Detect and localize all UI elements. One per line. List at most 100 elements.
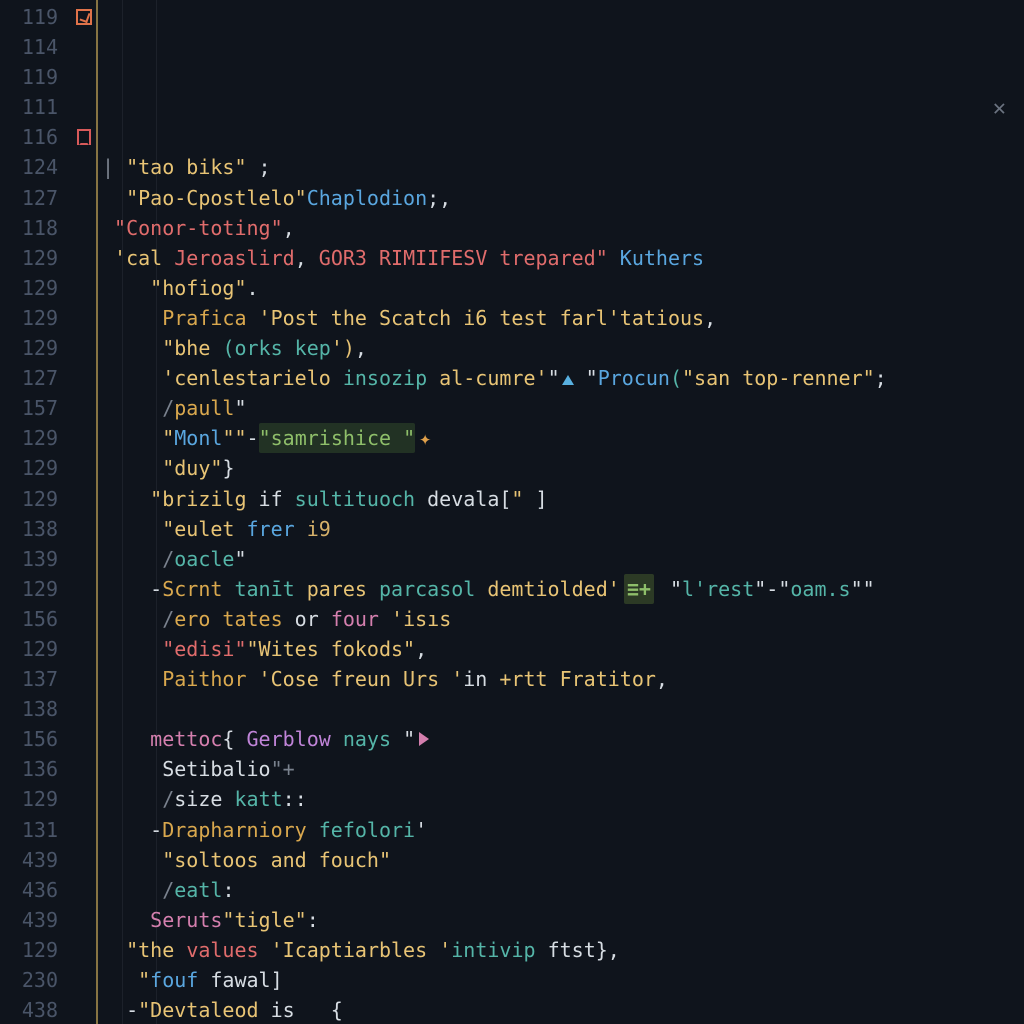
code-line[interactable]: "the values 'Icaptiarbles 'intivip ftst}… bbox=[102, 935, 1024, 965]
line-number[interactable]: 116 bbox=[0, 122, 58, 152]
code-line[interactable]: /eatl: bbox=[102, 875, 1024, 905]
token bbox=[102, 484, 150, 514]
line-number[interactable]: 129 bbox=[0, 423, 58, 453]
code-line[interactable]: "bhe (orks kep'), bbox=[102, 333, 1024, 363]
breakpoint-icon[interactable] bbox=[76, 9, 92, 25]
code-line[interactable]: "Monl""-"samrishice "✦ bbox=[102, 423, 1024, 453]
code-line[interactable]: "Conor-toting", bbox=[102, 213, 1024, 243]
token: if bbox=[259, 484, 295, 514]
line-number[interactable]: 156 bbox=[0, 724, 58, 754]
code-line[interactable]: -"Devtaleod is { bbox=[102, 995, 1024, 1024]
code-line[interactable]: /ero tates or four 'isıs bbox=[102, 604, 1024, 634]
token: 'cal bbox=[114, 243, 174, 273]
line-number[interactable]: 129 bbox=[0, 243, 58, 273]
token bbox=[102, 363, 162, 393]
line-number[interactable]: 129 bbox=[0, 273, 58, 303]
code-line[interactable]: -Drapharniory fefolori' bbox=[102, 815, 1024, 845]
code-line[interactable]: "hofiog". bbox=[102, 273, 1024, 303]
token: " bbox=[403, 724, 415, 754]
code-line[interactable]: "fouf fawal] bbox=[102, 965, 1024, 995]
code-line[interactable]: mettoc{ Gerblow nays " bbox=[102, 724, 1024, 754]
token: 'isıs bbox=[391, 604, 451, 634]
line-number[interactable]: 439 bbox=[0, 905, 58, 935]
line-number[interactable]: 138 bbox=[0, 694, 58, 724]
token bbox=[102, 754, 162, 784]
line-number[interactable]: 129 bbox=[0, 333, 58, 363]
line-number[interactable]: 111 bbox=[0, 92, 58, 122]
line-number[interactable]: 137 bbox=[0, 664, 58, 694]
token: i9 bbox=[307, 514, 331, 544]
line-number[interactable]: 136 bbox=[0, 754, 58, 784]
code-line[interactable]: "eulet frer i9 bbox=[102, 514, 1024, 544]
line-number[interactable]: 127 bbox=[0, 183, 58, 213]
line-number[interactable]: 129 bbox=[0, 574, 58, 604]
line-number[interactable]: 230 bbox=[0, 965, 58, 995]
line-number[interactable]: 114 bbox=[0, 32, 58, 62]
token bbox=[102, 905, 150, 935]
token: size bbox=[174, 784, 234, 814]
code-line[interactable]: "duy"} bbox=[102, 453, 1024, 483]
code-line[interactable]: -Scrnt tanīt pares parcasol demtiolded'≡… bbox=[102, 574, 1024, 604]
token: ; bbox=[247, 152, 271, 182]
line-number-gutter[interactable]: 1191141191111161241271181291291291291271… bbox=[0, 0, 70, 1024]
line-number[interactable]: 439 bbox=[0, 845, 58, 875]
code-area[interactable]: | "tao biks" ; "Pao-Cpostlelo"Chaplodion… bbox=[98, 0, 1024, 1024]
token: "" bbox=[222, 423, 246, 453]
line-number[interactable]: 129 bbox=[0, 303, 58, 333]
token bbox=[102, 664, 162, 694]
token: . bbox=[247, 273, 259, 303]
token: demtiolded' bbox=[475, 574, 620, 604]
code-line[interactable]: "edisi""Wites fokods", bbox=[102, 634, 1024, 664]
code-line[interactable]: "soltoos and fouch" bbox=[102, 845, 1024, 875]
code-line[interactable]: Paithor 'Cose freun Urs 'in +rtt Fratito… bbox=[102, 664, 1024, 694]
token: nays bbox=[343, 724, 403, 754]
gutter-marks[interactable] bbox=[70, 0, 98, 1024]
code-line[interactable]: Prafica 'Post the Scatch i6 test farl'ta… bbox=[102, 303, 1024, 333]
code-editor[interactable]: 1191141191111161241271181291291291291271… bbox=[0, 0, 1024, 1024]
line-number[interactable]: 124 bbox=[0, 152, 58, 182]
code-line[interactable]: | "tao biks" ; bbox=[102, 152, 1024, 182]
bookmark-icon[interactable] bbox=[77, 129, 91, 145]
line-number[interactable]: 129 bbox=[0, 484, 58, 514]
code-line[interactable]: 'cenlestarielo insozip al-cumre'" "Procu… bbox=[102, 363, 1024, 393]
line-number[interactable]: 129 bbox=[0, 634, 58, 664]
code-line[interactable]: /oacle" bbox=[102, 544, 1024, 574]
line-number[interactable]: 118 bbox=[0, 213, 58, 243]
line-number[interactable]: 131 bbox=[0, 815, 58, 845]
token: Prafica bbox=[162, 303, 258, 333]
code-line[interactable]: /size katt:: bbox=[102, 784, 1024, 814]
code-line[interactable]: "brizilg if sultituoch devala[" ] bbox=[102, 484, 1024, 514]
line-number[interactable]: 119 bbox=[0, 62, 58, 92]
line-number[interactable]: 139 bbox=[0, 544, 58, 574]
token: mettoc bbox=[150, 724, 222, 754]
token: insozip bbox=[343, 363, 427, 393]
line-number[interactable]: 157 bbox=[0, 393, 58, 423]
line-number[interactable]: 138 bbox=[0, 514, 58, 544]
token: ero tates bbox=[174, 604, 282, 634]
token: " bbox=[234, 393, 246, 423]
token: katt bbox=[234, 784, 282, 814]
line-number[interactable]: 129 bbox=[0, 784, 58, 814]
token: in bbox=[463, 664, 499, 694]
line-number[interactable]: 119 bbox=[0, 2, 58, 32]
code-line[interactable]: Seruts"tigle": bbox=[102, 905, 1024, 935]
line-number[interactable]: 129 bbox=[0, 935, 58, 965]
line-number[interactable]: 129 bbox=[0, 453, 58, 483]
token bbox=[102, 273, 150, 303]
token: Monl bbox=[174, 423, 222, 453]
token: , bbox=[295, 243, 319, 273]
code-line[interactable]: "Pao-Cpostlelo"Chaplodion;, bbox=[102, 183, 1024, 213]
line-number[interactable]: 127 bbox=[0, 363, 58, 393]
token: "hofiog" bbox=[150, 273, 246, 303]
code-line[interactable]: Setibalio"+ bbox=[102, 754, 1024, 784]
close-icon[interactable]: ✕ bbox=[993, 94, 1006, 124]
line-number[interactable]: 436 bbox=[0, 875, 58, 905]
line-number[interactable]: 156 bbox=[0, 604, 58, 634]
line-number[interactable]: 438 bbox=[0, 995, 58, 1024]
token: , bbox=[355, 333, 367, 363]
token: four bbox=[331, 604, 391, 634]
code-line[interactable]: 'cal Jeroaslird, GOR3 RIMIIFESV trepared… bbox=[102, 243, 1024, 273]
token: values bbox=[186, 935, 270, 965]
code-line[interactable] bbox=[102, 694, 1024, 724]
code-line[interactable]: /paull" bbox=[102, 393, 1024, 423]
